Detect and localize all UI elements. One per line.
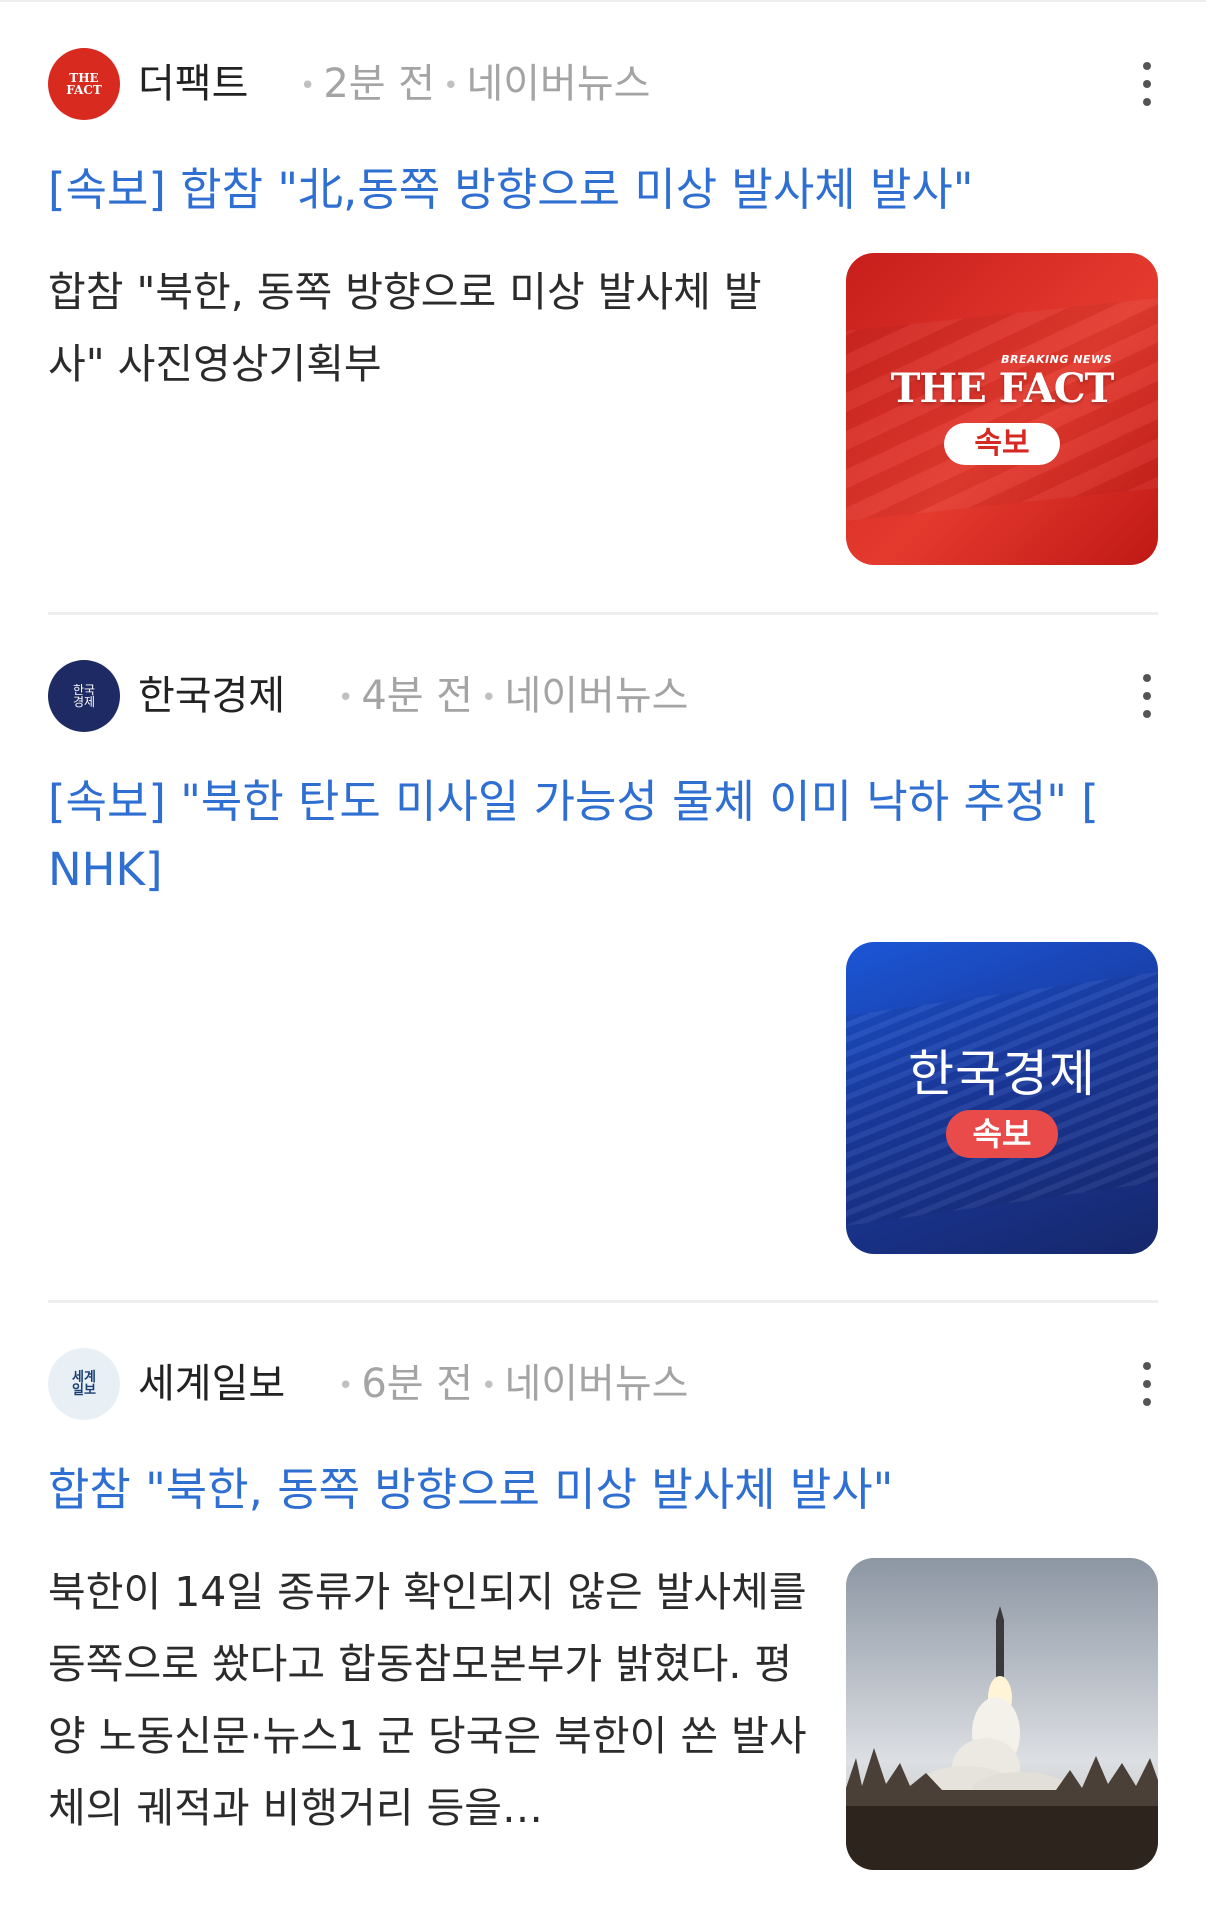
article-thumbnail[interactable]: 한국경제 속보 — [846, 942, 1158, 1254]
more-vertical-icon — [1143, 62, 1151, 70]
separator-dot: • — [481, 683, 497, 713]
breaking-badge: 속보 — [946, 1110, 1058, 1158]
article-headline[interactable]: 합참 "북한, 동쪽 방향으로 미상 발사체 발사" — [48, 1456, 1158, 1524]
more-vertical-icon — [1143, 1398, 1151, 1406]
article-summary[interactable]: 북한이 14일 종류가 확인되지 않은 발사체를 동쪽으로 쐈다고 합동참모본부… — [48, 1556, 818, 1844]
press-name[interactable]: 더팩트 — [138, 58, 248, 110]
separator-dot: • — [300, 71, 316, 101]
press-logo-text: FACT — [66, 83, 102, 97]
thumbnail-brand: 한국경제 — [908, 1045, 1096, 1103]
press-name[interactable]: 한국경제 — [138, 670, 285, 722]
more-options-button[interactable] — [1136, 62, 1158, 106]
more-vertical-icon — [1143, 98, 1151, 106]
more-vertical-icon — [1143, 80, 1151, 88]
separator-dot: • — [338, 1371, 354, 1401]
thumbnail-brand: THE FACT — [890, 365, 1115, 412]
card-divider — [48, 1300, 1158, 1303]
press-logo[interactable]: 세계 일보 — [48, 1348, 120, 1420]
missile-nose — [996, 1606, 1004, 1620]
press-logo[interactable]: 한국 경제 — [48, 660, 120, 732]
card-divider — [48, 612, 1158, 615]
news-feed: THE FACT 더팩트 • 2분 전 • 네이버뉴스 [속보] 합참 "北,동쪽 방… — [0, 0, 1206, 1906]
more-vertical-icon — [1143, 710, 1151, 718]
article-source: 네이버뉴스 — [504, 1361, 689, 1407]
article-summary[interactable]: 합참 "북한, 동쪽 방향으로 미상 발사체 발사" 사진영상기획부 — [48, 256, 818, 400]
press-logo-text: 일보 — [72, 1383, 96, 1398]
press-row: 세계 일보 세계일보 • 6분 전 • 네이버뉴스 — [48, 1348, 1158, 1420]
article-headline[interactable]: [속보] 합참 "北,동쪽 방향으로 미상 발사체 발사" — [48, 156, 1158, 224]
article-time: 6분 전 — [361, 1361, 474, 1407]
press-name[interactable]: 세계일보 — [138, 1358, 285, 1410]
breaking-badge: 속보 — [944, 423, 1060, 465]
article-meta: • 2분 전 • 네이버뉴스 — [292, 58, 650, 112]
article-source: 네이버뉴스 — [504, 673, 689, 719]
press-row: 한국 경제 한국경제 • 4분 전 • 네이버뉴스 — [48, 660, 1158, 732]
article-meta: • 4분 전 • 네이버뉴스 — [330, 670, 688, 724]
separator-dot: • — [481, 1371, 497, 1401]
more-options-button[interactable] — [1136, 1362, 1158, 1406]
more-vertical-icon — [1143, 674, 1151, 682]
press-row: THE FACT 더팩트 • 2분 전 • 네이버뉴스 — [48, 48, 1158, 120]
missile-launch-photo — [846, 1606, 1158, 1870]
article-source: 네이버뉴스 — [466, 61, 651, 107]
top-divider — [0, 0, 1206, 2]
missile-body — [996, 1620, 1004, 1684]
article-time: 2분 전 — [323, 61, 436, 107]
article-meta: • 6분 전 • 네이버뉴스 — [330, 1358, 688, 1412]
press-logo[interactable]: THE FACT — [48, 48, 120, 120]
more-vertical-icon — [1143, 692, 1151, 700]
more-options-button[interactable] — [1136, 674, 1158, 718]
more-vertical-icon — [1143, 1380, 1151, 1388]
separator-dot: • — [443, 71, 459, 101]
article-thumbnail[interactable] — [846, 1558, 1158, 1870]
article-thumbnail[interactable]: BREAKING NEWS THE FACT 속보 — [846, 253, 1158, 565]
more-vertical-icon — [1143, 1362, 1151, 1370]
separator-dot: • — [338, 683, 354, 713]
article-time: 4분 전 — [361, 673, 474, 719]
press-logo-text: 경제 — [72, 695, 96, 709]
ground — [846, 1806, 1158, 1870]
article-headline[interactable]: [속보] "북한 탄도 미사일 가능성 물체 이미 낙하 추정" [ NHK] — [48, 768, 1158, 904]
